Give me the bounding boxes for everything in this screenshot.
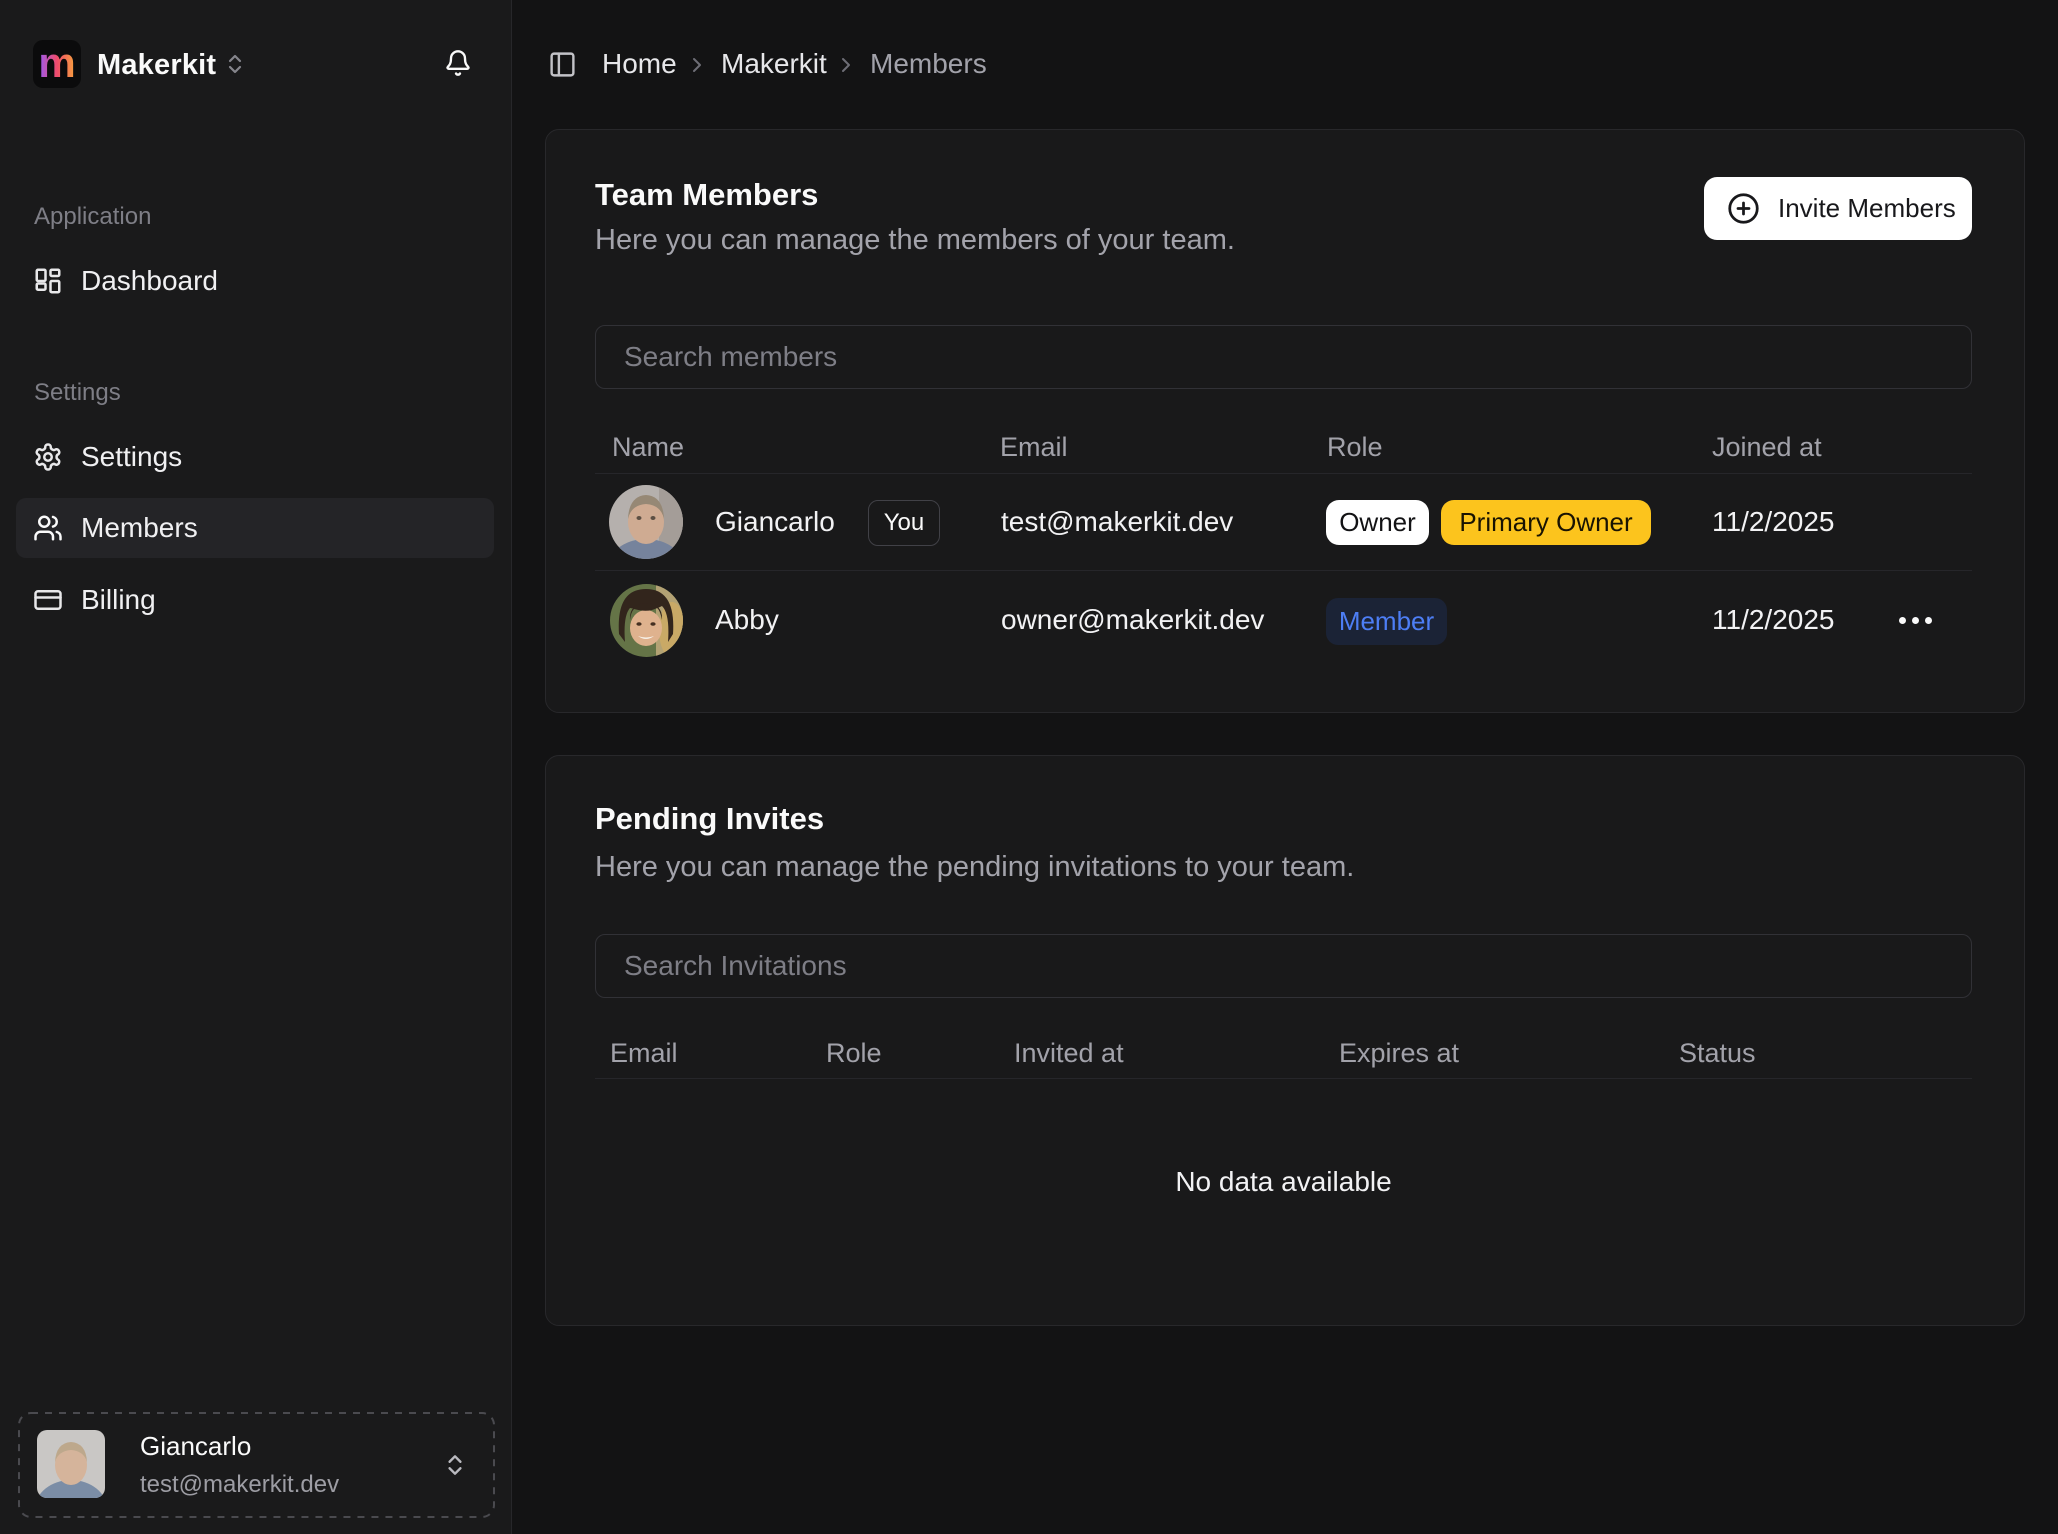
svg-text:m: m <box>38 40 75 86</box>
